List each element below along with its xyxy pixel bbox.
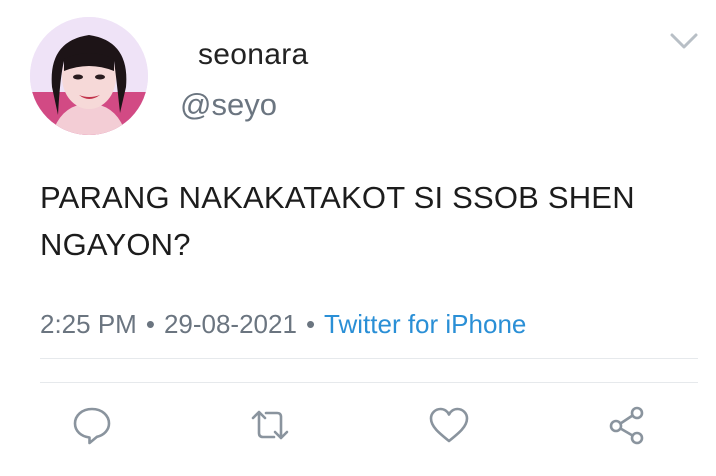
like-button[interactable] xyxy=(427,403,471,447)
avatar-image xyxy=(30,17,148,135)
divider xyxy=(40,382,698,383)
tweet-text-line: PARANG NAKAKATAKOT SI SSOB SHEN xyxy=(40,180,635,215)
heart-icon xyxy=(429,407,469,443)
avatar[interactable] xyxy=(30,17,148,135)
tweet-card: seonara @seyo PARANG NAKAKATAKOT SI SSOB… xyxy=(0,0,716,476)
display-name[interactable]: seonara xyxy=(198,38,309,72)
tweet-meta: 2:25 PM • 29-08-2021 • Twitter for iPhone xyxy=(40,309,526,340)
tweet-source-link[interactable]: Twitter for iPhone xyxy=(324,309,526,339)
share-button[interactable] xyxy=(605,403,649,447)
retweet-icon xyxy=(251,410,289,440)
tweet-date: 29-08-2021 xyxy=(163,309,297,339)
share-icon xyxy=(609,406,644,445)
chevron-down-icon[interactable] xyxy=(668,30,700,52)
divider xyxy=(40,358,698,359)
comment-bubble-icon xyxy=(73,407,111,445)
meta-separator: • xyxy=(145,309,155,339)
user-handle[interactable]: @seyo xyxy=(180,87,277,123)
reply-button[interactable] xyxy=(70,403,114,447)
tweet-text: PARANG NAKAKATAKOT SI SSOB SHEN NGAYON? xyxy=(40,174,690,268)
tweet-text-line: NGAYON? xyxy=(40,227,191,262)
meta-separator: • xyxy=(305,309,316,339)
retweet-button[interactable] xyxy=(248,403,292,447)
tweet-time: 2:25 PM xyxy=(40,309,137,339)
